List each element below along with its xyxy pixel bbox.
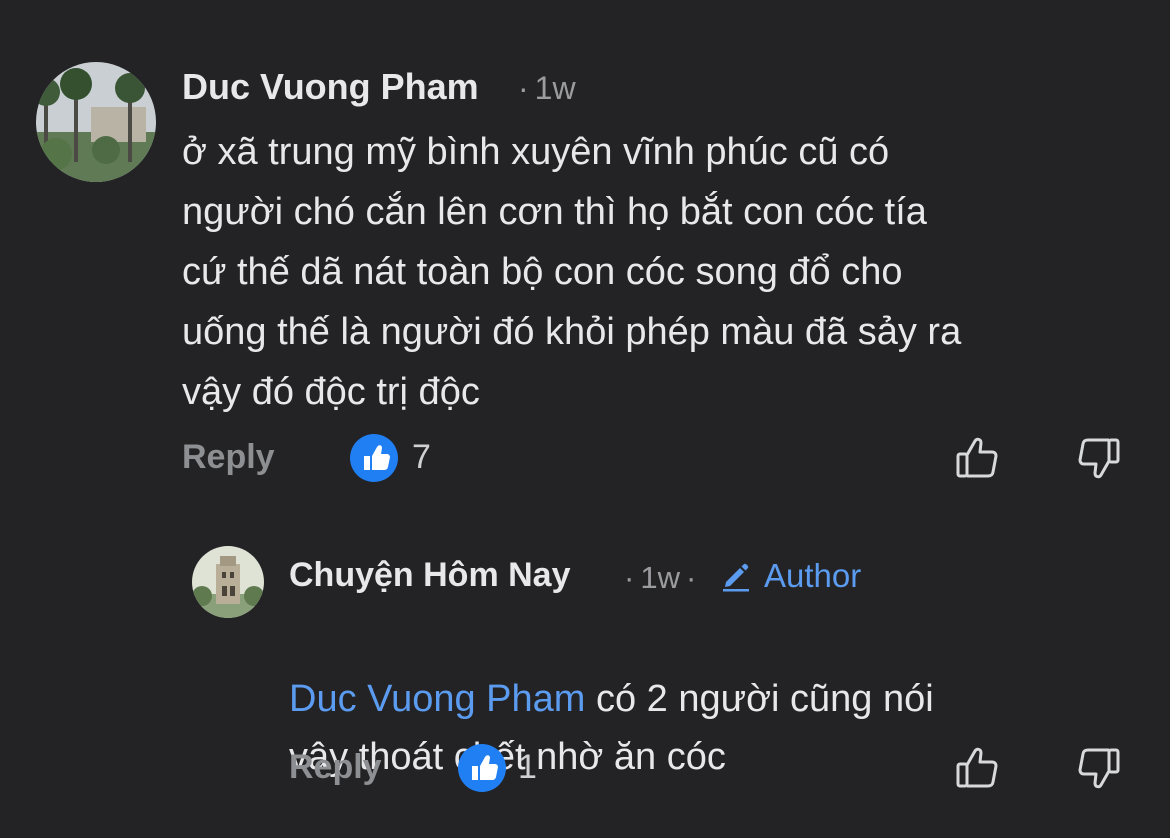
author-badge: Author	[720, 556, 861, 596]
commenter-avatar[interactable]	[36, 62, 156, 182]
reply-reply-button[interactable]: Reply	[289, 748, 382, 787]
reply-author-avatar[interactable]	[192, 546, 264, 618]
comment-author-name[interactable]: Duc Vuong Pham	[182, 66, 479, 108]
author-badge-label: Author	[764, 557, 862, 594]
reply-author-name[interactable]: Chuyện Hôm Nay	[289, 556, 571, 595]
thumbs-up-icon[interactable]	[955, 434, 1001, 480]
reply-like-count: 1	[518, 748, 537, 786]
comments-thread: Duc Vuong Pham · 1w ở xã trung mỹ bình xu…	[0, 0, 1170, 838]
comment-time: 1w	[534, 70, 576, 106]
thumbs-down-icon[interactable]	[1075, 746, 1121, 792]
comment-body: ở xã trung mỹ bình xuyên vĩnh phúc cũ có…	[182, 131, 962, 413]
reply-time: 1w	[640, 560, 680, 595]
comment-like-badge-icon	[350, 434, 398, 482]
avatar-photo-tower-icon	[192, 546, 264, 618]
reply-like-badge-icon	[458, 744, 506, 792]
thumbs-up-icon[interactable]	[955, 744, 1001, 790]
comment-reply-button[interactable]: Reply	[182, 438, 275, 477]
meta-separator: ·	[624, 560, 635, 595]
meta-separator: ·	[685, 560, 697, 595]
meta-separator: ·	[518, 70, 529, 106]
avatar-photo-trees-icon	[36, 62, 156, 182]
thumbs-down-icon[interactable]	[1075, 436, 1121, 482]
reply-meta: · 1w ·	[618, 560, 702, 596]
reply-body: Duc Vuong Pham có 2 người cũng nói vậy th…	[289, 612, 1149, 786]
comment-meta: · 1w	[512, 70, 576, 107]
comment-like-count: 7	[412, 438, 431, 476]
reply-mention-link[interactable]: Duc Vuong Pham	[289, 678, 585, 720]
pencil-icon	[723, 563, 749, 592]
reply-text-line1: có 2 người cũng nói	[585, 678, 934, 720]
